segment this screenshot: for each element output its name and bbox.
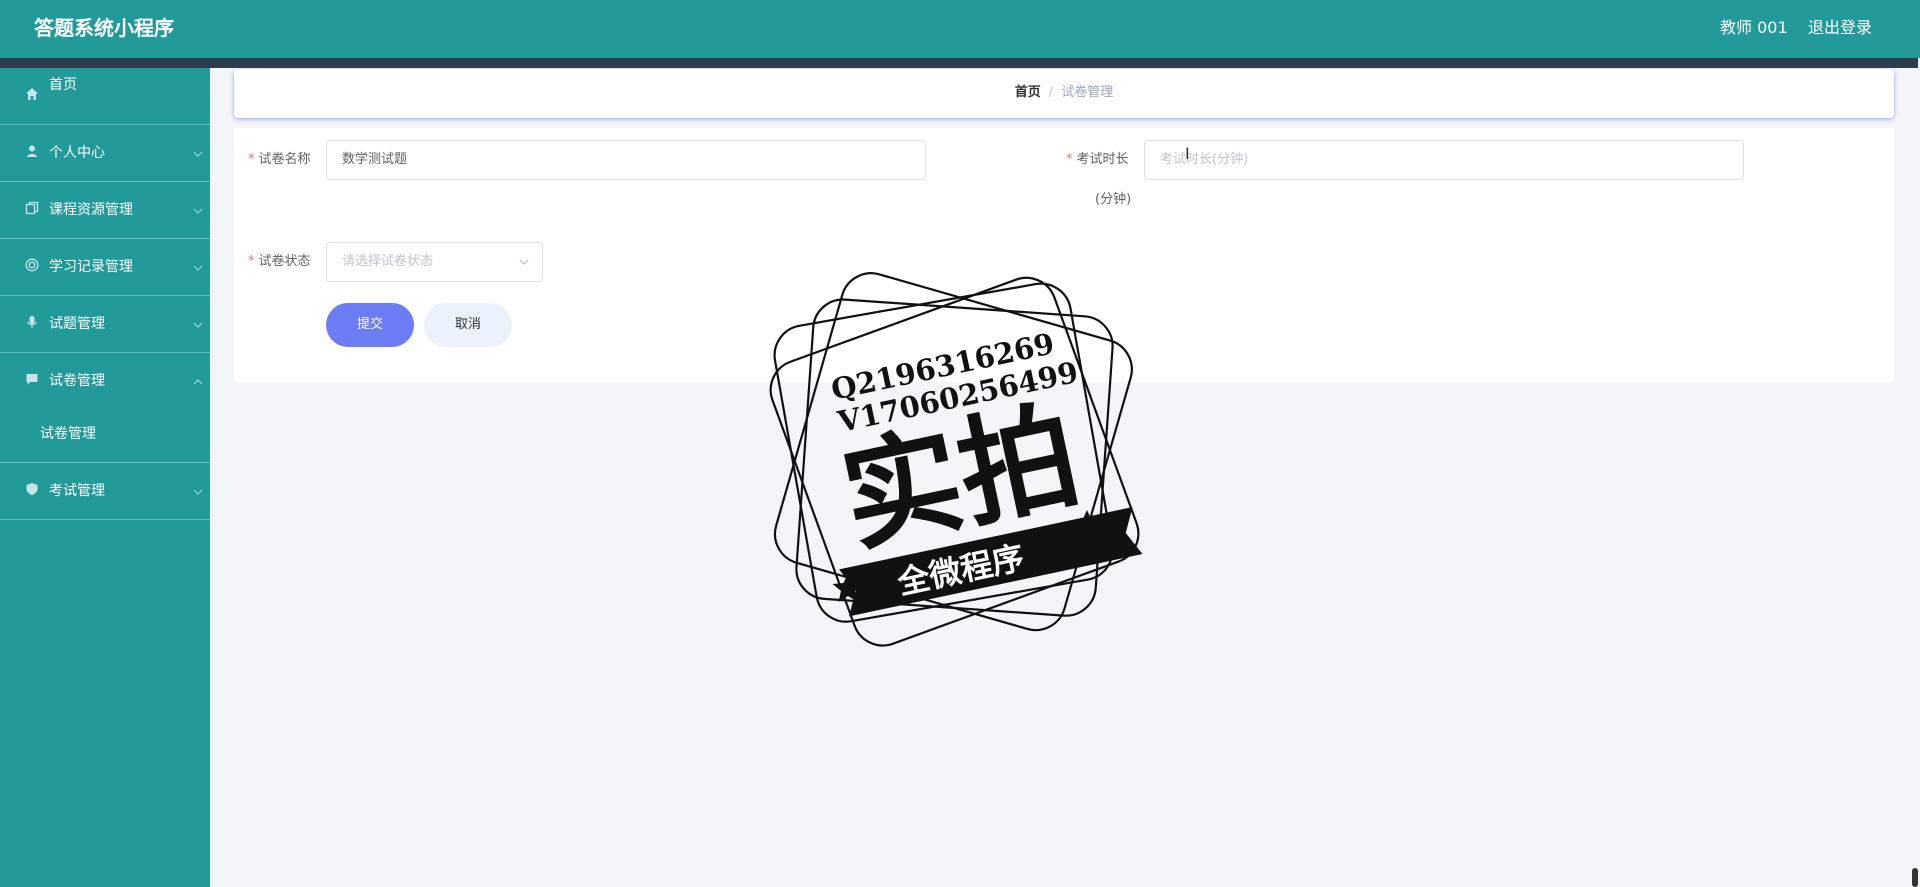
breadcrumb-current: 试卷管理 (1061, 85, 1114, 100)
user-icon (24, 143, 40, 159)
required-asterisk: * (248, 254, 255, 269)
status-select[interactable]: 请选择试卷状态 (326, 242, 543, 282)
logout-link[interactable]: 退出登录 (1808, 16, 1872, 40)
duration-input[interactable]: 考试时长(分钟) (1144, 140, 1744, 180)
sidebar-item-home[interactable]: 首页 (0, 68, 210, 125)
paper-name-label-text: 试卷名称 (258, 152, 311, 167)
sidebar-item-label: 学习记录管理 (49, 259, 133, 275)
chevron-down-icon (193, 208, 203, 214)
paper-name-input[interactable]: 数学测试题 (326, 140, 926, 180)
duration-label-text: 考试时长 (1076, 152, 1129, 167)
home-icon (24, 86, 40, 102)
sidebar-item-exams[interactable]: 考试管理 (0, 463, 210, 520)
submenu-item-papers[interactable]: 试卷管理 (0, 410, 210, 463)
sidebar-item-label: 考试管理 (49, 483, 105, 499)
header-divider (0, 58, 1918, 68)
scrollbar-thumb[interactable] (1912, 868, 1918, 887)
chat-icon (24, 371, 40, 387)
required-asterisk: * (248, 152, 255, 167)
chevron-down-icon (519, 259, 529, 265)
status-label: * 试卷状态 (248, 252, 311, 272)
sidebar: 首页 个人中心 课程资源管理 学习记录管理 试题管理 试卷管理 试卷管理 考试管… (0, 68, 210, 887)
duration-label: * 考试时长 (1066, 150, 1129, 170)
breadcrumb-home[interactable]: 首页 (1015, 85, 1041, 100)
breadcrumb: 首页 / 试卷管理 (234, 69, 1894, 118)
watermark-stamp: Q2196316269 V17060256499 实拍 全微程序 (769, 272, 1143, 647)
duration-label-suffix: (分钟) (1095, 192, 1132, 207)
status-select-placeholder: 请选择试卷状态 (342, 254, 434, 269)
chevron-down-icon (193, 151, 203, 157)
submenu-item-label: 试卷管理 (40, 426, 96, 442)
submit-button[interactable]: 提交 (326, 303, 414, 347)
microphone-icon (24, 314, 40, 330)
paper-name-label: * 试卷名称 (248, 150, 311, 170)
text-cursor-icon: I (1185, 144, 1190, 163)
sidebar-item-course-resources[interactable]: 课程资源管理 (0, 182, 210, 239)
cancel-button[interactable]: 取消 (424, 303, 512, 347)
current-user: 教师 001 (1720, 18, 1788, 37)
sidebar-item-papers[interactable]: 试卷管理 (0, 353, 210, 410)
top-bar: 答题系统小程序 教师 001 退出登录 (0, 0, 1920, 58)
sidebar-item-questions[interactable]: 试题管理 (0, 296, 210, 353)
chevron-down-icon (193, 322, 203, 328)
chevron-down-icon (193, 489, 203, 495)
sidebar-item-label: 试卷管理 (49, 373, 105, 389)
required-asterisk: * (1066, 152, 1073, 167)
sidebar-item-label: 首页 (49, 77, 77, 93)
sidebar-item-study-records[interactable]: 学习记录管理 (0, 239, 210, 296)
sidebar-item-label: 个人中心 (49, 145, 105, 161)
chevron-up-icon (193, 379, 203, 385)
breadcrumb-trail: 首页 / 试卷管理 (234, 83, 1894, 103)
shield-icon (24, 481, 40, 497)
sidebar-item-profile[interactable]: 个人中心 (0, 125, 210, 182)
chevron-down-icon (193, 265, 203, 271)
copy-icon (24, 200, 40, 216)
sidebar-item-label: 试题管理 (49, 316, 105, 332)
status-label-text: 试卷状态 (258, 254, 311, 269)
breadcrumb-separator: / (1048, 85, 1054, 100)
sidebar-item-label: 课程资源管理 (49, 202, 133, 218)
app-title: 答题系统小程序 (34, 16, 174, 40)
target-icon (24, 257, 40, 273)
